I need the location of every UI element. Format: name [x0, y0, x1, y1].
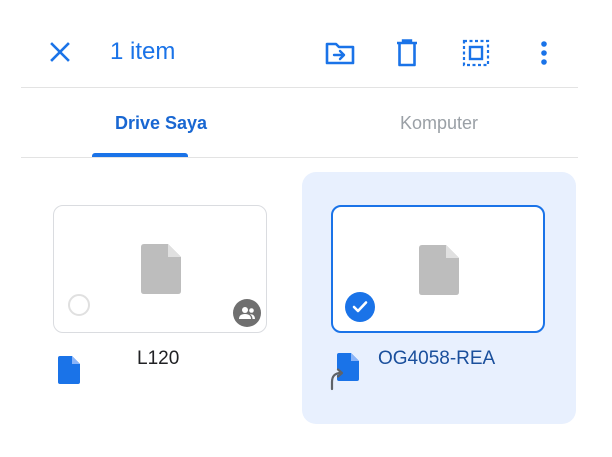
select-all-icon [462, 39, 490, 67]
selected-check-icon[interactable] [345, 292, 375, 322]
selection-action-bar: 1 item [0, 0, 612, 88]
file-name: L120 [137, 348, 180, 369]
tab-komputer[interactable]: Komputer [357, 88, 521, 158]
tab-drive-saya[interactable]: Drive Saya [79, 88, 243, 158]
tabs-divider [21, 157, 578, 158]
document-icon [419, 245, 459, 295]
more-vert-icon [541, 41, 547, 65]
document-icon [141, 244, 181, 294]
drive-selection-screen: 1 item Drive Saya Komputer L120 OG4058-R… [0, 0, 612, 457]
move-to-folder-icon [325, 42, 355, 65]
shared-icon [233, 299, 261, 327]
more-options-button[interactable] [527, 36, 561, 70]
delete-button[interactable] [390, 36, 424, 70]
select-checkbox[interactable] [68, 294, 90, 316]
file-thumbnail-selected[interactable] [331, 205, 545, 333]
shortcut-arrow-icon [328, 368, 344, 391]
file-thumbnail[interactable] [53, 205, 267, 333]
select-all-button[interactable] [459, 36, 493, 70]
document-type-icon [58, 356, 80, 384]
move-button[interactable] [323, 36, 357, 70]
file-name: OG4058-REA [378, 348, 496, 369]
close-selection-button[interactable] [44, 36, 76, 68]
selection-count: 1 item [110, 38, 176, 65]
drive-tabs: Drive Saya Komputer [21, 88, 578, 158]
close-icon [50, 42, 70, 62]
trash-icon [397, 39, 417, 67]
